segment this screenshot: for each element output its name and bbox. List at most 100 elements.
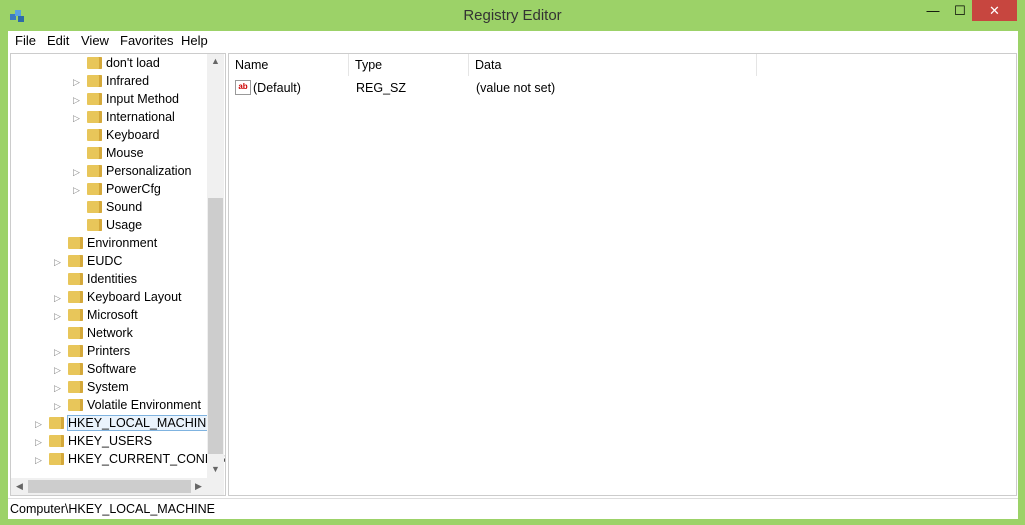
folder-icon <box>87 165 102 177</box>
tree-item[interactable]: ▷ PowerCfg <box>73 180 161 198</box>
tree-item-label: Keyboard Layout <box>87 290 182 304</box>
folder-icon <box>68 363 83 375</box>
expand-arrow-icon[interactable]: ▷ <box>73 91 83 109</box>
tree-item[interactable]: ▷ Printers <box>54 342 130 360</box>
folder-icon <box>87 111 102 123</box>
tree-item[interactable]: Network <box>54 324 133 342</box>
tree-item[interactable]: ▷ EUDC <box>54 252 122 270</box>
menu-favorites[interactable]: Favorites <box>120 33 173 48</box>
status-bar: Computer\HKEY_LOCAL_MACHINE <box>8 498 1018 519</box>
close-button[interactable]: ✕ <box>972 0 1017 21</box>
expand-arrow-icon[interactable]: ▷ <box>35 415 45 433</box>
folder-icon <box>68 273 83 285</box>
tree-item-label: Usage <box>106 218 143 232</box>
column-header-type[interactable]: Type <box>349 54 469 76</box>
tree-item[interactable]: ▷ HKEY_CURRENT_CONFIG <box>35 450 226 469</box>
expand-arrow-icon[interactable]: ▷ <box>54 289 64 307</box>
tree-item-label: Environment <box>87 236 158 250</box>
expand-arrow-icon[interactable]: ▷ <box>54 361 64 379</box>
folder-icon <box>49 435 64 447</box>
tree-item[interactable]: Sound <box>73 198 142 216</box>
scroll-down-icon[interactable]: ▼ <box>207 464 224 474</box>
tree-item[interactable]: ▷ Microsoft <box>54 306 138 324</box>
tree-item-label: HKEY_CURRENT_CONFIG <box>68 452 226 466</box>
tree-item-label: Mouse <box>106 146 144 160</box>
folder-icon <box>49 417 64 429</box>
tree-item-label: Software <box>87 362 137 376</box>
status-path: Computer\HKEY_LOCAL_MACHINE <box>10 502 215 516</box>
expand-arrow-icon[interactable]: ▷ <box>73 163 83 181</box>
string-value-icon: ab <box>235 80 251 95</box>
window-frame: File Edit View Favorites Help don't load… <box>8 31 1018 519</box>
scrollbar-corner <box>207 478 224 495</box>
expand-arrow-icon[interactable]: ▷ <box>54 379 64 397</box>
expand-arrow-icon[interactable]: ▷ <box>73 109 83 127</box>
tree-item[interactable]: Mouse <box>73 144 144 162</box>
folder-icon <box>87 183 102 195</box>
tree-item[interactable]: Environment <box>54 234 157 252</box>
folder-icon <box>68 399 83 411</box>
expand-arrow-icon[interactable]: ▷ <box>54 253 64 271</box>
expand-arrow-icon[interactable]: ▷ <box>54 397 64 415</box>
value-name[interactable]: (Default) <box>253 78 301 98</box>
expand-arrow-icon[interactable]: ▷ <box>73 181 83 199</box>
menu-bar: File Edit View Favorites Help <box>8 31 1018 51</box>
tree-vertical-scroll-thumb[interactable] <box>208 198 223 454</box>
expand-arrow-icon[interactable]: ▷ <box>54 307 64 325</box>
tree-item[interactable]: ▷ International <box>73 108 175 126</box>
tree-item-label: Network <box>87 326 133 340</box>
tree-item[interactable]: ▷ Input Method <box>73 90 179 108</box>
folder-icon <box>68 381 83 393</box>
expand-arrow-icon[interactable]: ▷ <box>35 451 45 469</box>
tree-item[interactable]: Usage <box>73 216 142 234</box>
tree-horizontal-scrollbar[interactable]: ◀ ▶ <box>11 478 207 495</box>
tree-item-label: Microsoft <box>87 308 138 322</box>
tree-item-label: Infrared <box>106 74 150 88</box>
expand-arrow-icon[interactable]: ▷ <box>35 433 45 451</box>
tree-horizontal-scroll-thumb[interactable] <box>28 480 191 493</box>
folder-icon <box>87 219 102 231</box>
tree-item[interactable]: ▷ Infrared <box>73 72 149 90</box>
column-header-name[interactable]: Name <box>229 54 349 76</box>
value-list[interactable]: Name Type Data ab (Default) REG_SZ (valu… <box>228 53 1017 496</box>
tree-item-label: System <box>87 380 129 394</box>
menu-edit[interactable]: Edit <box>47 33 69 48</box>
column-header-data[interactable]: Data <box>469 54 757 76</box>
folder-icon <box>87 147 102 159</box>
scroll-up-icon[interactable]: ▲ <box>207 56 224 66</box>
tree-item-label: International <box>106 110 175 124</box>
tree-item-label: Identities <box>87 272 138 286</box>
tree-item-label: Keyboard <box>106 128 160 142</box>
tree-item[interactable]: ▷ Keyboard Layout <box>54 288 182 306</box>
tree-item-label: Sound <box>106 200 143 214</box>
tree-item-label: Personalization <box>106 164 192 178</box>
scroll-left-icon[interactable]: ◀ <box>11 481 28 492</box>
expand-arrow-icon[interactable]: ▷ <box>54 343 64 361</box>
tree-item[interactable]: ▷ Volatile Environment <box>54 396 201 414</box>
tree-item[interactable]: ▷ HKEY_USERS <box>35 432 152 450</box>
expand-arrow-icon[interactable]: ▷ <box>73 73 83 91</box>
tree-item[interactable]: Identities <box>54 270 137 288</box>
tree-item[interactable]: don't load <box>73 54 160 72</box>
tree-item[interactable]: ▷ Software <box>54 360 136 378</box>
value-type: REG_SZ <box>356 81 407 95</box>
folder-icon <box>68 309 83 321</box>
key-tree[interactable]: don't load ▷ Infrared ▷ Input Method ▷ Interna… <box>10 53 226 496</box>
scroll-right-icon[interactable]: ▶ <box>190 481 207 492</box>
menu-file[interactable]: File <box>15 33 36 48</box>
title-bar: Registry Editor — ☐ ✕ <box>0 0 1025 31</box>
folder-icon <box>87 93 102 105</box>
tree-item-label: don't load <box>106 56 160 70</box>
tree-item-label: HKEY_LOCAL_MACHINE <box>67 415 216 431</box>
tree-item[interactable]: ▷ HKEY_LOCAL_MACHINE <box>35 414 216 433</box>
folder-icon <box>68 345 83 357</box>
tree-item[interactable]: ▷ System <box>54 378 129 396</box>
tree-item[interactable]: ▷ Personalization <box>73 162 191 180</box>
folder-icon <box>87 75 102 87</box>
menu-help[interactable]: Help <box>181 33 208 48</box>
tree-vertical-scrollbar[interactable]: ▲ ▼ <box>207 54 224 478</box>
tree-item[interactable]: Keyboard <box>73 126 160 144</box>
folder-icon <box>68 237 83 249</box>
menu-view[interactable]: View <box>81 33 109 48</box>
folder-icon <box>87 201 102 213</box>
